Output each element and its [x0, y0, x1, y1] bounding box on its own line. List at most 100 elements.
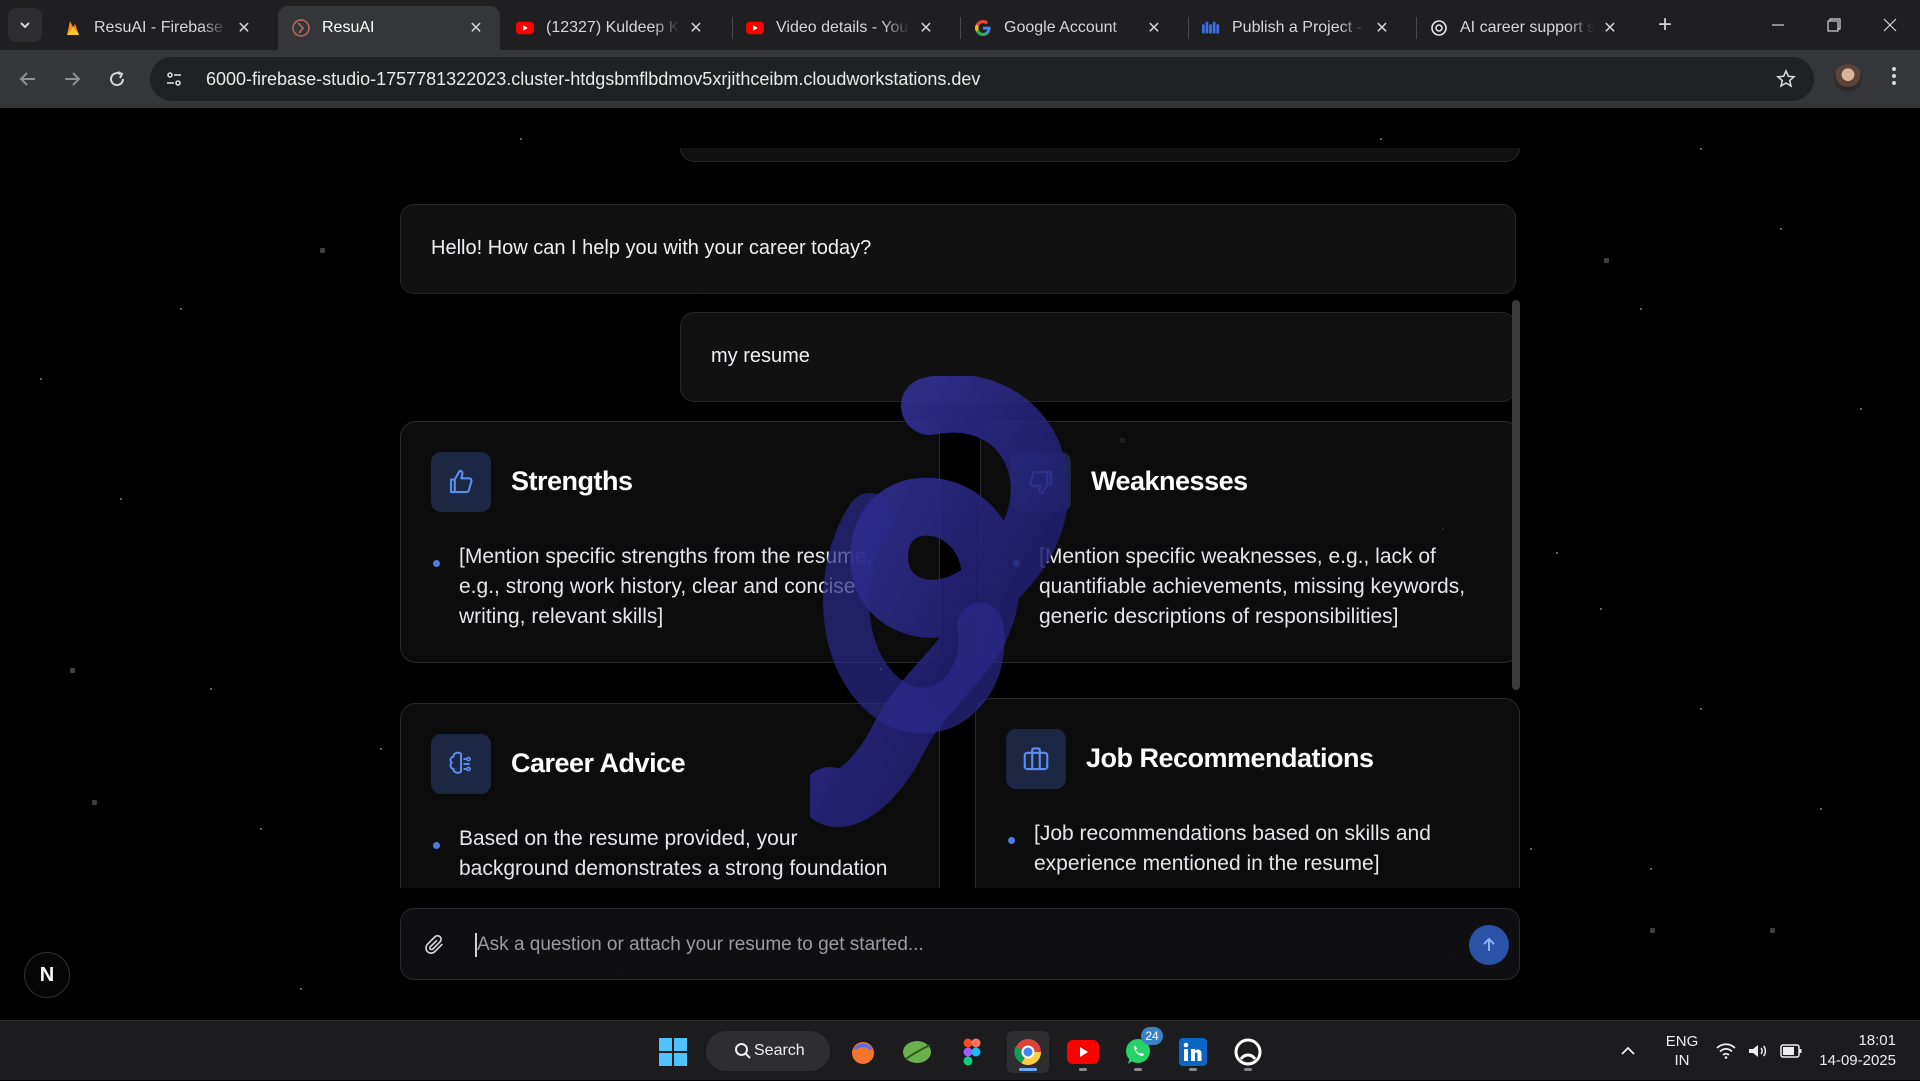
taskbar-search[interactable]: Search — [706, 1031, 830, 1071]
resuai-page: Hello! How can I help you with your care… — [0, 108, 1920, 1020]
system-status-icons[interactable] — [1716, 1021, 1802, 1081]
app-icon — [852, 1042, 874, 1064]
star — [520, 138, 522, 140]
weaknesses-card: Weaknesses [Mention specific weaknesses,… — [980, 421, 1520, 663]
tab-label: Video details - YouTube — [776, 19, 910, 36]
tab-firebase-studio[interactable]: ResuAI - Firebase Studio ✕ — [50, 6, 268, 50]
card-title: Career Advice — [511, 748, 686, 778]
tab-label: ResuAI - Firebase Studio — [94, 19, 228, 36]
star — [1650, 928, 1655, 933]
star — [1604, 258, 1609, 263]
tab-resuai[interactable]: ResuAI ✕ — [278, 6, 500, 50]
clock[interactable]: 18:01 14-09-2025 — [1812, 1021, 1896, 1081]
tab-google-account[interactable]: Google Account ✕ — [960, 6, 1178, 50]
new-tab-button[interactable]: + — [1650, 10, 1680, 40]
tray-overflow-button[interactable] — [1620, 1021, 1636, 1081]
taskbar-github[interactable] — [1227, 1031, 1269, 1073]
bullet-dot — [433, 560, 440, 567]
close-icon[interactable]: ✕ — [234, 18, 254, 38]
taskbar-figma[interactable] — [951, 1031, 993, 1073]
chat-input[interactable] — [477, 927, 1377, 963]
tab-label: Google Account — [1004, 19, 1117, 36]
close-icon[interactable]: ✕ — [1372, 18, 1392, 38]
close-icon — [1883, 18, 1897, 32]
chatgpt-icon — [1430, 19, 1448, 37]
notification-badge: 24 — [1141, 1027, 1163, 1045]
windows-logo-icon — [659, 1038, 687, 1066]
star — [1650, 868, 1652, 870]
close-icon[interactable]: ✕ — [1144, 18, 1164, 38]
star — [1780, 228, 1782, 230]
restore-button[interactable] — [1806, 0, 1862, 50]
star — [300, 988, 302, 990]
card-body: [Mention specific strengths from the res… — [459, 545, 873, 628]
tab-publish-project[interactable]: Publish a Project - Bu ✕ — [1188, 6, 1406, 50]
tab-search-button[interactable] — [8, 8, 42, 42]
taskbar-whatsapp[interactable]: 24 — [1117, 1027, 1163, 1073]
taskbar-app-leaf[interactable] — [896, 1031, 938, 1073]
thumbs-up-icon — [431, 452, 491, 512]
strengths-card: Strengths [Mention specific strengths fr… — [400, 421, 940, 663]
star — [380, 748, 382, 750]
address-bar[interactable]: 6000-firebase-studio-1757781322023.clust… — [150, 57, 1814, 101]
paperclip-icon[interactable] — [421, 931, 449, 959]
card-body: [Job recommendations based on skills and… — [1034, 822, 1431, 875]
windows-start-button[interactable] — [652, 1031, 694, 1073]
star — [1820, 808, 1822, 810]
site-info-icon[interactable] — [158, 63, 190, 95]
job-recommendations-card: Job Recommendations [Job recommendations… — [975, 698, 1520, 888]
assistant-message: Hello! How can I help you with your care… — [400, 204, 1516, 294]
tab-youtube-studio[interactable]: Video details - YouTube ✕ — [732, 6, 950, 50]
send-button[interactable] — [1469, 925, 1509, 965]
taskbar-chrome[interactable] — [1007, 1031, 1049, 1073]
chat-scrollbar[interactable] — [1512, 300, 1520, 690]
profile-avatar[interactable] — [1834, 64, 1862, 92]
browser-toolbar: 6000-firebase-studio-1757781322023.clust… — [0, 50, 1920, 108]
chat-scroll-area[interactable]: Hello! How can I help you with your care… — [400, 148, 1520, 888]
window-close-button[interactable] — [1862, 0, 1918, 50]
battery-icon — [1780, 1044, 1802, 1058]
github-icon — [1234, 1038, 1262, 1066]
taskbar-linkedin[interactable] — [1172, 1031, 1214, 1073]
star — [1860, 408, 1862, 410]
taskbar-youtube[interactable] — [1062, 1031, 1104, 1073]
star — [92, 800, 97, 805]
chevron-down-icon — [20, 22, 30, 29]
briefcase-icon — [1006, 729, 1066, 789]
close-icon[interactable]: ✕ — [686, 18, 706, 38]
taskbar-app-orange[interactable] — [842, 1031, 884, 1073]
card-body: [Mention specific weaknesses, e.g., lack… — [1039, 545, 1466, 628]
star — [210, 688, 212, 690]
tab-youtube-channel[interactable]: (12327) Kuldeep Kumar ✕ — [502, 6, 720, 50]
star — [1770, 928, 1775, 933]
star — [40, 378, 42, 380]
card-body: Based on the resume provided, your backg… — [459, 827, 888, 880]
close-icon[interactable]: ✕ — [1600, 18, 1620, 38]
nextjs-dev-badge[interactable]: N — [24, 952, 70, 998]
reload-button[interactable] — [101, 63, 133, 95]
clock-time: 18:01 — [1858, 1032, 1896, 1049]
star — [1700, 148, 1702, 150]
google-icon — [974, 19, 992, 37]
language-text: ENG — [1665, 1033, 1699, 1050]
back-button[interactable] — [12, 63, 44, 95]
star — [1700, 708, 1702, 710]
tab-label: ResuAI — [322, 19, 375, 36]
bookmark-star-icon[interactable] — [1772, 65, 1800, 93]
star — [1530, 848, 1532, 850]
star — [120, 498, 122, 500]
url-text[interactable]: 6000-firebase-studio-1757781322023.clust… — [206, 69, 980, 90]
tab-label: AI career support sys — [1460, 19, 1594, 36]
buildspace-icon — [1202, 19, 1220, 37]
tab-label: Publish a Project - Bu — [1232, 19, 1366, 36]
tab-ai-career-support[interactable]: AI career support sys ✕ — [1416, 6, 1634, 50]
minimize-button[interactable] — [1750, 0, 1806, 50]
star — [1600, 608, 1602, 610]
forward-button[interactable] — [56, 63, 88, 95]
close-icon[interactable]: ✕ — [466, 18, 486, 38]
browser-menu-icon[interactable] — [1880, 64, 1908, 94]
figma-icon — [963, 1038, 981, 1066]
close-icon[interactable]: ✕ — [916, 18, 936, 38]
running-indicator — [1134, 1068, 1142, 1071]
language-indicator[interactable]: ENG IN — [1664, 1021, 1700, 1081]
